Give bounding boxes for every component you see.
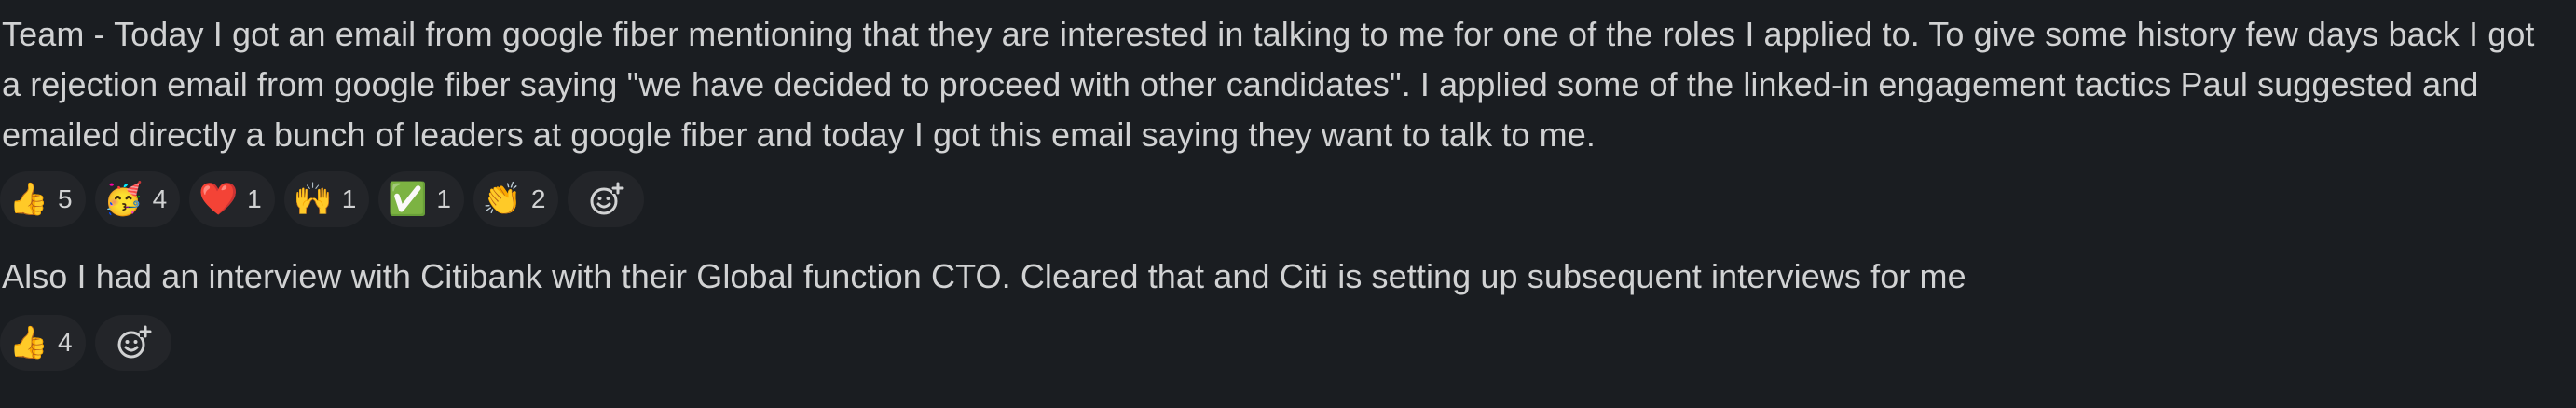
check-mark-icon: ✅ bbox=[388, 181, 428, 218]
reaction-count: 2 bbox=[530, 184, 546, 213]
add-reaction-button[interactable] bbox=[94, 315, 171, 371]
thumbs-up-icon: 👍 bbox=[8, 324, 49, 361]
reaction-check-mark[interactable]: ✅ 1 bbox=[378, 171, 464, 227]
reaction-thumbs-up[interactable]: 👍 5 bbox=[0, 171, 86, 227]
message: Also I had an interview with Citibank wi… bbox=[0, 252, 2576, 371]
reaction-count: 5 bbox=[58, 184, 73, 213]
reaction-party-face[interactable]: 🥳 4 bbox=[94, 171, 181, 227]
clapping-hands-icon: 👏 bbox=[482, 181, 523, 218]
message: Team - Today I got an email from google … bbox=[0, 9, 2576, 227]
reaction-bar: 👍 5 🥳 4 ❤️ 1 🙌 1 ✅ 1 👏 2 bbox=[0, 171, 2576, 227]
reaction-count: 1 bbox=[341, 184, 357, 213]
reaction-count: 1 bbox=[247, 184, 262, 213]
reaction-raised-hands[interactable]: 🙌 1 bbox=[283, 171, 370, 227]
message-text: Also I had an interview with Citibank wi… bbox=[2, 257, 1966, 295]
reaction-count: 1 bbox=[436, 184, 451, 213]
add-reaction-button[interactable] bbox=[568, 171, 645, 227]
reaction-count: 4 bbox=[152, 184, 168, 213]
message-text: Team - Today I got an email from google … bbox=[2, 15, 2544, 154]
message-feed: Team - Today I got an email from google … bbox=[0, 0, 2576, 408]
reaction-clapping-hands[interactable]: 👏 2 bbox=[473, 171, 559, 227]
reaction-bar: 👍 4 bbox=[0, 315, 2576, 371]
add-reaction-icon bbox=[590, 182, 624, 215]
reaction-red-heart[interactable]: ❤️ 1 bbox=[189, 171, 275, 227]
party-face-icon: 🥳 bbox=[103, 181, 144, 218]
reaction-count: 4 bbox=[58, 328, 73, 357]
thumbs-up-icon: 👍 bbox=[8, 181, 49, 218]
reaction-thumbs-up[interactable]: 👍 4 bbox=[0, 315, 86, 371]
raised-hands-icon: 🙌 bbox=[293, 181, 333, 218]
add-reaction-icon bbox=[117, 325, 152, 359]
red-heart-icon: ❤️ bbox=[198, 181, 239, 218]
